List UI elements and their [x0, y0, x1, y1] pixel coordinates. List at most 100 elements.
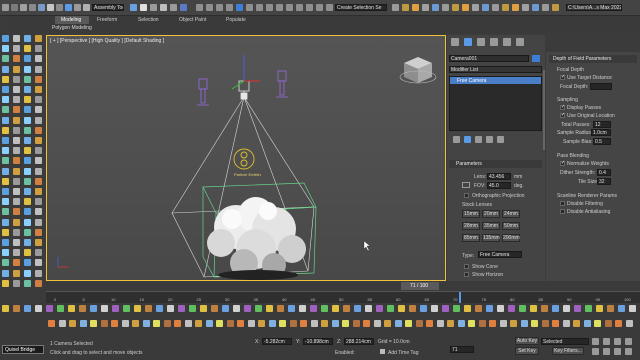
viewport-nav-3-icon[interactable]	[625, 338, 632, 345]
toolbar-snap-13-icon[interactable]	[326, 4, 333, 11]
lens-135mm-button[interactable]: 135mm	[482, 234, 500, 242]
lens-24mm-button[interactable]: 24mm	[502, 210, 520, 218]
left-tool-24-0-icon[interactable]	[2, 279, 9, 287]
left-tool-14-2-icon[interactable]	[24, 177, 31, 185]
left-tool-16-3-icon[interactable]	[35, 198, 42, 206]
bottom-row1-tool-6-icon[interactable]	[68, 305, 75, 312]
bottom-row1-tool-52-icon[interactable]	[574, 305, 581, 312]
left-tool-2-3-icon[interactable]	[35, 55, 42, 63]
bottom-row1-tool-14-icon[interactable]	[156, 305, 163, 312]
left-tool-5-1-icon[interactable]	[13, 86, 20, 93]
stack-show-end-icon[interactable]	[464, 136, 471, 143]
left-tool-6-3-icon[interactable]	[35, 96, 42, 104]
bottom-row2-tool-51-icon[interactable]	[583, 320, 591, 327]
bottom-row2-tool-22-icon[interactable]	[279, 320, 286, 327]
project-path-field[interactable]: C:\Users\A...s Max 2022	[566, 4, 622, 11]
bottom-row1-tool-4-icon[interactable]	[46, 305, 53, 312]
left-tool-5-0-icon[interactable]	[2, 86, 9, 93]
left-tool-12-3-icon[interactable]	[35, 157, 42, 165]
left-tool-11-2-icon[interactable]	[24, 147, 31, 155]
left-tool-22-3-icon[interactable]	[35, 259, 42, 267]
lens-200mm-button[interactable]: 200mm	[502, 234, 520, 242]
bottom-row2-tool-12-icon[interactable]	[174, 320, 181, 327]
toolbar-tool-14-icon[interactable]	[170, 4, 177, 11]
toolbar-snap-7-icon[interactable]	[266, 4, 273, 11]
fov-spinner[interactable]: 45.0	[487, 182, 511, 189]
toolbar-tool-12-icon[interactable]	[150, 4, 157, 11]
bottom-row1-tool-1-icon[interactable]	[13, 305, 20, 312]
left-tool-2-2-icon[interactable]	[24, 55, 31, 63]
bottom-row2-tool-48-icon[interactable]	[552, 320, 559, 327]
bottom-row2-tool-19-icon[interactable]	[247, 320, 255, 327]
lens-35mm-button[interactable]: 35mm	[482, 222, 500, 230]
left-tool-14-0-icon[interactable]	[2, 177, 9, 185]
bottom-row1-tool-47-icon[interactable]	[519, 305, 526, 312]
command-tab-create-icon[interactable]	[451, 38, 459, 46]
viewport-nav-0-icon[interactable]	[592, 338, 599, 345]
left-tool-4-3-icon[interactable]	[35, 75, 42, 83]
toolbar-tool-2-icon[interactable]	[20, 4, 27, 11]
bottom-row1-tool-22-icon[interactable]	[244, 305, 251, 312]
bottom-row1-tool-36-icon[interactable]	[398, 305, 405, 312]
left-tool-9-2-icon[interactable]	[24, 126, 31, 134]
bottom-row2-tool-53-icon[interactable]	[604, 320, 612, 327]
left-tool-21-3-icon[interactable]	[35, 249, 42, 257]
left-tool-18-2-icon[interactable]	[24, 218, 31, 226]
dither-strength-spinner[interactable]: 0.4	[597, 169, 611, 176]
toolbar-tool-11-icon[interactable]	[140, 4, 147, 11]
toolbar-snap-6-icon[interactable]	[256, 4, 263, 11]
left-tool-16-2-icon[interactable]	[24, 198, 31, 206]
key-filters-button[interactable]: Key Filters...	[552, 347, 584, 355]
left-tool-6-1-icon[interactable]	[13, 96, 20, 104]
toolbar-snap-0-icon[interactable]	[196, 4, 203, 11]
y-coordinate-field[interactable]: -10.898cm	[303, 338, 333, 345]
toolbar-render-5-icon[interactable]	[442, 4, 449, 11]
bottom-row2-tool-45-icon[interactable]	[520, 320, 528, 327]
left-tool-14-1-icon[interactable]	[13, 177, 20, 185]
bottom-row2-tool-14-icon[interactable]	[195, 320, 202, 327]
toolbar-render-6-icon[interactable]	[452, 4, 459, 11]
bottom-row1-tool-51-icon[interactable]	[563, 305, 570, 312]
disable-antialiasing-checkbox[interactable]	[560, 209, 565, 214]
bottom-row2-tool-30-icon[interactable]	[363, 320, 370, 327]
toolbar-tool-13-icon[interactable]	[160, 4, 167, 11]
left-tool-6-0-icon[interactable]	[2, 96, 9, 104]
left-tool-1-0-icon[interactable]	[2, 45, 9, 53]
bottom-row1-tool-24-icon[interactable]	[266, 305, 273, 312]
left-tool-11-3-icon[interactable]	[35, 147, 42, 155]
left-tool-10-0-icon[interactable]	[2, 137, 9, 144]
toolbar-snap-3-icon[interactable]	[226, 4, 233, 11]
toolbar-render-8-icon[interactable]	[472, 4, 479, 11]
command-tab-hierarchy-icon[interactable]	[477, 38, 485, 46]
left-tool-13-2-icon[interactable]	[24, 167, 31, 175]
left-tool-12-1-icon[interactable]	[13, 157, 20, 165]
bottom-row2-tool-11-icon[interactable]	[163, 320, 171, 327]
object-color-swatch[interactable]	[532, 55, 540, 62]
bottom-row2-tool-54-icon[interactable]	[615, 320, 622, 327]
left-tool-17-3-icon[interactable]	[35, 208, 42, 216]
bottom-row1-tool-45-icon[interactable]	[497, 305, 504, 312]
bottom-row1-tool-15-icon[interactable]	[167, 305, 174, 312]
bottom-row2-tool-47-icon[interactable]	[541, 320, 549, 327]
bottom-row1-tool-49-icon[interactable]	[541, 305, 548, 312]
bottom-row2-tool-34-icon[interactable]	[405, 320, 412, 327]
command-tab-motion-icon[interactable]	[490, 38, 498, 46]
toolbar-tool-0-icon[interactable]	[2, 4, 9, 11]
ribbon-tab-label-object-paint[interactable]: Object Paint	[179, 17, 206, 23]
left-tool-1-1-icon[interactable]	[13, 45, 20, 53]
bottom-row2-tool-32-icon[interactable]	[384, 320, 391, 327]
bottom-row2-tool-31-icon[interactable]	[373, 320, 381, 327]
bottom-row2-tool-7-icon[interactable]	[121, 320, 129, 327]
bottom-row1-tool-10-icon[interactable]	[112, 305, 119, 312]
left-tool-8-3-icon[interactable]	[35, 116, 42, 124]
add-time-tag[interactable]: Add Time Tag	[388, 350, 418, 356]
toolbar-tool-10-icon[interactable]	[130, 4, 137, 11]
bottom-row1-tool-43-icon[interactable]	[475, 305, 482, 312]
toolbar-snap-4-icon[interactable]	[236, 4, 243, 11]
toolbar-render-3-icon[interactable]	[422, 4, 429, 11]
time-tag-icon[interactable]	[380, 349, 385, 354]
bottom-row2-tool-35-icon[interactable]	[415, 320, 423, 327]
bottom-row1-tool-20-icon[interactable]	[222, 305, 229, 312]
toolbar-tool-5-icon[interactable]	[47, 4, 54, 11]
viewport-nav-1-icon[interactable]	[603, 338, 610, 345]
